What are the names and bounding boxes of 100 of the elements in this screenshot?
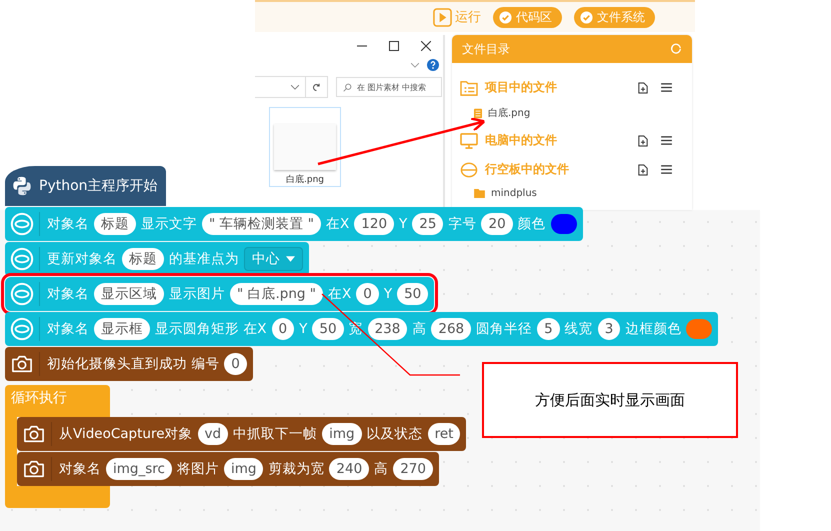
play-icon (433, 8, 452, 26)
value-field[interactable]: 标题 (122, 248, 164, 270)
refresh-icon (312, 82, 321, 92)
search-field[interactable]: 在 图片素材 中搜索 (336, 77, 442, 97)
oval-icon (10, 212, 34, 236)
block-label: 显示文字 (141, 215, 197, 233)
maximize-icon[interactable] (389, 41, 399, 51)
value-field[interactable]: " 白底.png " (230, 283, 323, 305)
chevron-down-icon (291, 84, 299, 90)
block-label: 初始化摄像头直到成功 编号 (47, 355, 220, 373)
file-icon (474, 108, 482, 118)
camera-icon (22, 424, 46, 444)
value-field[interactable]: 50 (397, 283, 428, 305)
value-field[interactable]: " 车辆检测装置 " (202, 213, 322, 235)
code-block[interactable]: 对象名 标题 显示文字 " 车辆检测装置 " 在X 120 Y 25 字号 20 颜色 (5, 207, 583, 241)
value-field[interactable]: 120 (354, 213, 394, 235)
value-field[interactable]: img (322, 423, 362, 445)
value-field[interactable]: ret (428, 423, 460, 445)
block-label: 以及状态 (366, 425, 423, 443)
chevron-down-icon[interactable] (411, 62, 419, 68)
check-icon (580, 10, 593, 24)
block-label: Y (384, 286, 392, 302)
value-field[interactable]: 3 (598, 318, 620, 340)
block-label: 显示圆角矩形 在X (155, 320, 267, 338)
block-label: 颜色 (518, 215, 546, 233)
file-tile[interactable]: 白底.png (269, 107, 341, 187)
value-field[interactable]: 显示区域 (94, 283, 164, 305)
value-field[interactable]: img (224, 458, 264, 480)
block-label: 圆角半径 (476, 320, 532, 338)
refresh-button[interactable] (306, 76, 328, 98)
block-label: 线宽 (564, 320, 593, 338)
block-label: 中抓取下一帧 (233, 425, 318, 443)
file-name: 白底.png (286, 174, 324, 186)
block-label: 字号 (448, 215, 476, 233)
block-label: 在X (328, 285, 352, 303)
value-field[interactable]: 25 (412, 213, 444, 235)
annotation-text: 方便后面实时显示画面 (535, 390, 685, 410)
search-icon (343, 83, 352, 92)
block-label: 从VideoCapture对象 (59, 425, 193, 443)
python-logo-icon (11, 175, 33, 197)
camera-icon (10, 354, 34, 374)
new-file-icon[interactable] (638, 134, 648, 146)
block-label: 宽 (348, 320, 363, 338)
block-label: Y (299, 321, 308, 337)
camera-icon (22, 459, 46, 479)
value-field[interactable]: 5 (537, 318, 560, 340)
menu-icon[interactable] (661, 83, 672, 92)
block-label: 将图片 (176, 460, 219, 478)
block-label: 对象名 (47, 320, 89, 338)
folder-icon (474, 189, 485, 198)
caret-icon (286, 256, 295, 262)
block-label: 在X (326, 215, 350, 233)
block-label: 对象名 (59, 460, 101, 478)
code-block[interactable]: 对象名 显示区域 显示图片 " 白底.png " 在X 0 Y 50 (5, 277, 434, 311)
value-field[interactable]: 270 (393, 458, 433, 480)
value-field[interactable]: 240 (329, 458, 370, 480)
oval-icon (10, 247, 34, 271)
block-label: 对象名 (47, 285, 89, 303)
value-field[interactable]: 0 (224, 353, 247, 375)
block-label: Y (399, 216, 408, 232)
block-label: 剪裁为宽 (268, 460, 324, 478)
help-icon[interactable] (427, 59, 439, 71)
code-block[interactable]: 对象名 img_src 将图片 img 剪裁为宽 240 高 270 (17, 452, 439, 486)
block-label: 高 (374, 460, 388, 478)
new-file-icon[interactable] (638, 82, 648, 94)
block-label: 边框颜色 (625, 320, 682, 338)
menu-icon[interactable] (661, 136, 672, 145)
oval-icon (460, 162, 478, 178)
file-name[interactable]: 白底.png (488, 106, 530, 120)
close-icon[interactable] (421, 41, 431, 51)
code-block[interactable]: 对象名 显示框 显示圆角矩形 在X 0 Y 50 宽 238 高 268 圆角半径 5 线宽 3 边框颜色 (5, 312, 718, 346)
block-label: 高 (412, 320, 426, 338)
value-field[interactable]: vd (198, 423, 228, 445)
value-field[interactable]: 0 (272, 318, 294, 340)
panel-title: 文件目录 (462, 40, 510, 58)
block-label: 显示图片 (169, 285, 225, 303)
code-block[interactable]: 从VideoCapture对象 vd 中抓取下一帧 img 以及状态 ret (17, 417, 466, 451)
block-label: 更新对象名 (47, 250, 117, 268)
new-file-icon[interactable] (638, 164, 648, 176)
value-field[interactable]: 0 (356, 283, 379, 305)
oval-icon (10, 282, 34, 306)
value-field[interactable]: 显示框 (94, 318, 150, 340)
value-field[interactable]: 50 (312, 318, 344, 340)
value-field[interactable]: 20 (481, 213, 513, 235)
block-label: 的基准点为 (169, 250, 239, 268)
image-thumbnail (274, 124, 336, 170)
file-name[interactable]: mindplus (491, 188, 537, 199)
color-swatch[interactable] (686, 319, 712, 339)
code-block[interactable]: 更新对象名 标题 的基准点为 中心 (5, 242, 309, 276)
value-field[interactable]: 238 (368, 318, 408, 340)
menu-icon[interactable] (661, 165, 672, 174)
value-field[interactable]: 标题 (94, 213, 136, 235)
start-block[interactable]: Python主程序开始 (5, 166, 166, 206)
monitor-icon (460, 132, 478, 148)
value-field[interactable]: 268 (431, 318, 472, 340)
check-icon (499, 10, 512, 24)
block-label: 对象名 (47, 215, 89, 233)
value-field[interactable]: img_src (106, 458, 172, 480)
code-block[interactable]: 初始化摄像头直到成功 编号 0 (5, 347, 253, 381)
color-swatch[interactable] (550, 214, 577, 234)
